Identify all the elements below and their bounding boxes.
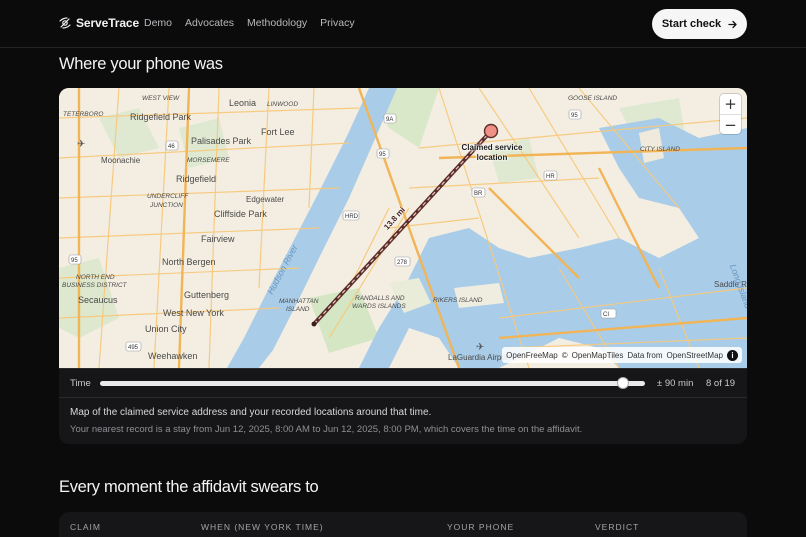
svg-text:BR: BR <box>474 191 483 197</box>
svg-text:RANDALLS AND: RANDALLS AND <box>355 295 405 302</box>
map-attribution: OpenFreeMap © OpenMapTiles Data from Ope… <box>502 347 742 363</box>
map-card: WEST VIEW Leonia LINWOOD TETERBORO Ridge… <box>59 88 747 444</box>
svg-text:Cliffside Park: Cliffside Park <box>214 209 267 219</box>
nav-link-demo[interactable]: Demo <box>144 17 172 29</box>
svg-text:NORTH END: NORTH END <box>76 274 115 281</box>
svg-text:CI: CI <box>603 312 609 318</box>
svg-text:✈: ✈ <box>77 139 85 150</box>
section-title-map: Where your phone was <box>59 55 223 73</box>
svg-text:95: 95 <box>71 258 78 264</box>
column-header-verdict: VERDICT <box>595 522 640 532</box>
svg-text:Guttenberg: Guttenberg <box>184 290 229 300</box>
attribution-data-from: Data from <box>627 350 663 360</box>
svg-text:95: 95 <box>571 113 578 119</box>
phone-location-marker <box>311 321 317 327</box>
zoom-out-button[interactable]: − <box>720 115 741 135</box>
svg-text:✈: ✈ <box>476 342 484 353</box>
map-canvas: WEST VIEW Leonia LINWOOD TETERBORO Ridge… <box>59 88 747 368</box>
brand[interactable]: ServeTrace <box>59 16 139 30</box>
svg-text:HRD: HRD <box>345 214 359 220</box>
info-icon[interactable]: i <box>727 349 738 361</box>
svg-text:Palisades Park: Palisades Park <box>191 136 252 146</box>
svg-text:BUSINESS DISTRICT: BUSINESS DISTRICT <box>62 282 128 289</box>
claimed-location-label: Claimed service location <box>461 143 523 162</box>
svg-text:495: 495 <box>128 345 139 351</box>
start-check-button[interactable]: Start check <box>652 9 747 39</box>
column-header-claim: CLAIM <box>70 522 101 532</box>
top-nav: ServeTrace Demo Advocates Methodology Pr… <box>0 0 806 48</box>
attribution-copyright: © <box>561 350 568 360</box>
svg-text:Fairview: Fairview <box>201 234 235 244</box>
time-label: Time <box>70 378 91 389</box>
time-step-counter: 8 of 19 <box>706 378 736 389</box>
svg-text:Secaucus: Secaucus <box>78 295 118 305</box>
svg-text:9A: 9A <box>386 117 393 123</box>
start-check-label: Start check <box>661 18 722 30</box>
nav-link-advocates[interactable]: Advocates <box>185 17 234 29</box>
section-title-table: Every moment the affidavit swears to <box>59 478 319 496</box>
column-header-your-phone: YOUR PHONE <box>447 522 515 532</box>
satellite-icon <box>59 17 71 29</box>
svg-text:Union City: Union City <box>145 324 187 334</box>
svg-text:Moonachie: Moonachie <box>101 156 141 165</box>
map-detail: Your nearest record is a stay from Jun 1… <box>70 424 583 435</box>
attribution-openmaptiles[interactable]: OpenMapTiles <box>572 351 624 360</box>
svg-text:HR: HR <box>546 174 555 180</box>
svg-text:CITY ISLAND: CITY ISLAND <box>640 146 680 153</box>
svg-text:GOOSE ISLAND: GOOSE ISLAND <box>568 95 617 102</box>
svg-text:LINWOOD: LINWOOD <box>267 101 298 108</box>
svg-text:ISLAND: ISLAND <box>286 306 310 313</box>
nav-link-privacy[interactable]: Privacy <box>320 17 354 29</box>
zoom-controls: + − <box>720 94 741 134</box>
time-slider-bar: Time ± 90 min 8 of 19 <box>59 368 747 398</box>
claimed-location-marker[interactable] <box>483 123 499 139</box>
svg-text:MORSEMERE: MORSEMERE <box>187 157 230 164</box>
map[interactable]: WEST VIEW Leonia LINWOOD TETERBORO Ridge… <box>59 88 747 368</box>
brand-name: ServeTrace <box>76 16 140 30</box>
zoom-in-button[interactable]: + <box>720 94 741 114</box>
svg-text:Fort Lee: Fort Lee <box>261 127 295 137</box>
svg-text:Edgewater: Edgewater <box>246 195 285 204</box>
svg-text:Leonia: Leonia <box>229 98 256 108</box>
arrow-right-icon <box>728 20 737 28</box>
time-slider-thumb[interactable] <box>618 378 629 388</box>
svg-text:North Bergen: North Bergen <box>162 257 216 267</box>
svg-text:Weehawken: Weehawken <box>148 351 197 361</box>
svg-text:Ridgefield Park: Ridgefield Park <box>130 112 192 122</box>
svg-text:MANHATTAN: MANHATTAN <box>279 298 319 305</box>
map-caption: Map of the claimed service address and y… <box>70 407 432 418</box>
svg-text:95: 95 <box>379 152 386 158</box>
nav-link-methodology[interactable]: Methodology <box>247 17 307 29</box>
affidavit-table: CLAIM WHEN (NEW YORK TIME) YOUR PHONE VE… <box>59 512 747 537</box>
svg-text:46: 46 <box>168 144 175 150</box>
nav-links: Demo Advocates Methodology Privacy <box>144 17 355 29</box>
svg-text:TETERBORO: TETERBORO <box>63 111 103 118</box>
map-label: WEST VIEW <box>142 95 180 102</box>
svg-text:West New York: West New York <box>163 308 224 318</box>
attribution-openstreetmap[interactable]: OpenStreetMap <box>667 351 723 360</box>
column-header-when: WHEN (NEW YORK TIME) <box>201 522 324 532</box>
time-tolerance: ± 90 min <box>657 378 694 389</box>
svg-text:WARDS ISLANDS: WARDS ISLANDS <box>352 303 406 310</box>
svg-text:RIKERS ISLAND: RIKERS ISLAND <box>433 297 483 304</box>
svg-text:Ridgefield: Ridgefield <box>176 174 216 184</box>
time-slider[interactable] <box>100 378 645 388</box>
svg-text:JUNCTION: JUNCTION <box>149 202 183 209</box>
svg-text:UNDERCLIFF: UNDERCLIFF <box>147 193 189 200</box>
svg-text:278: 278 <box>397 260 408 266</box>
attribution-openfreemap[interactable]: OpenFreeMap <box>506 351 558 360</box>
